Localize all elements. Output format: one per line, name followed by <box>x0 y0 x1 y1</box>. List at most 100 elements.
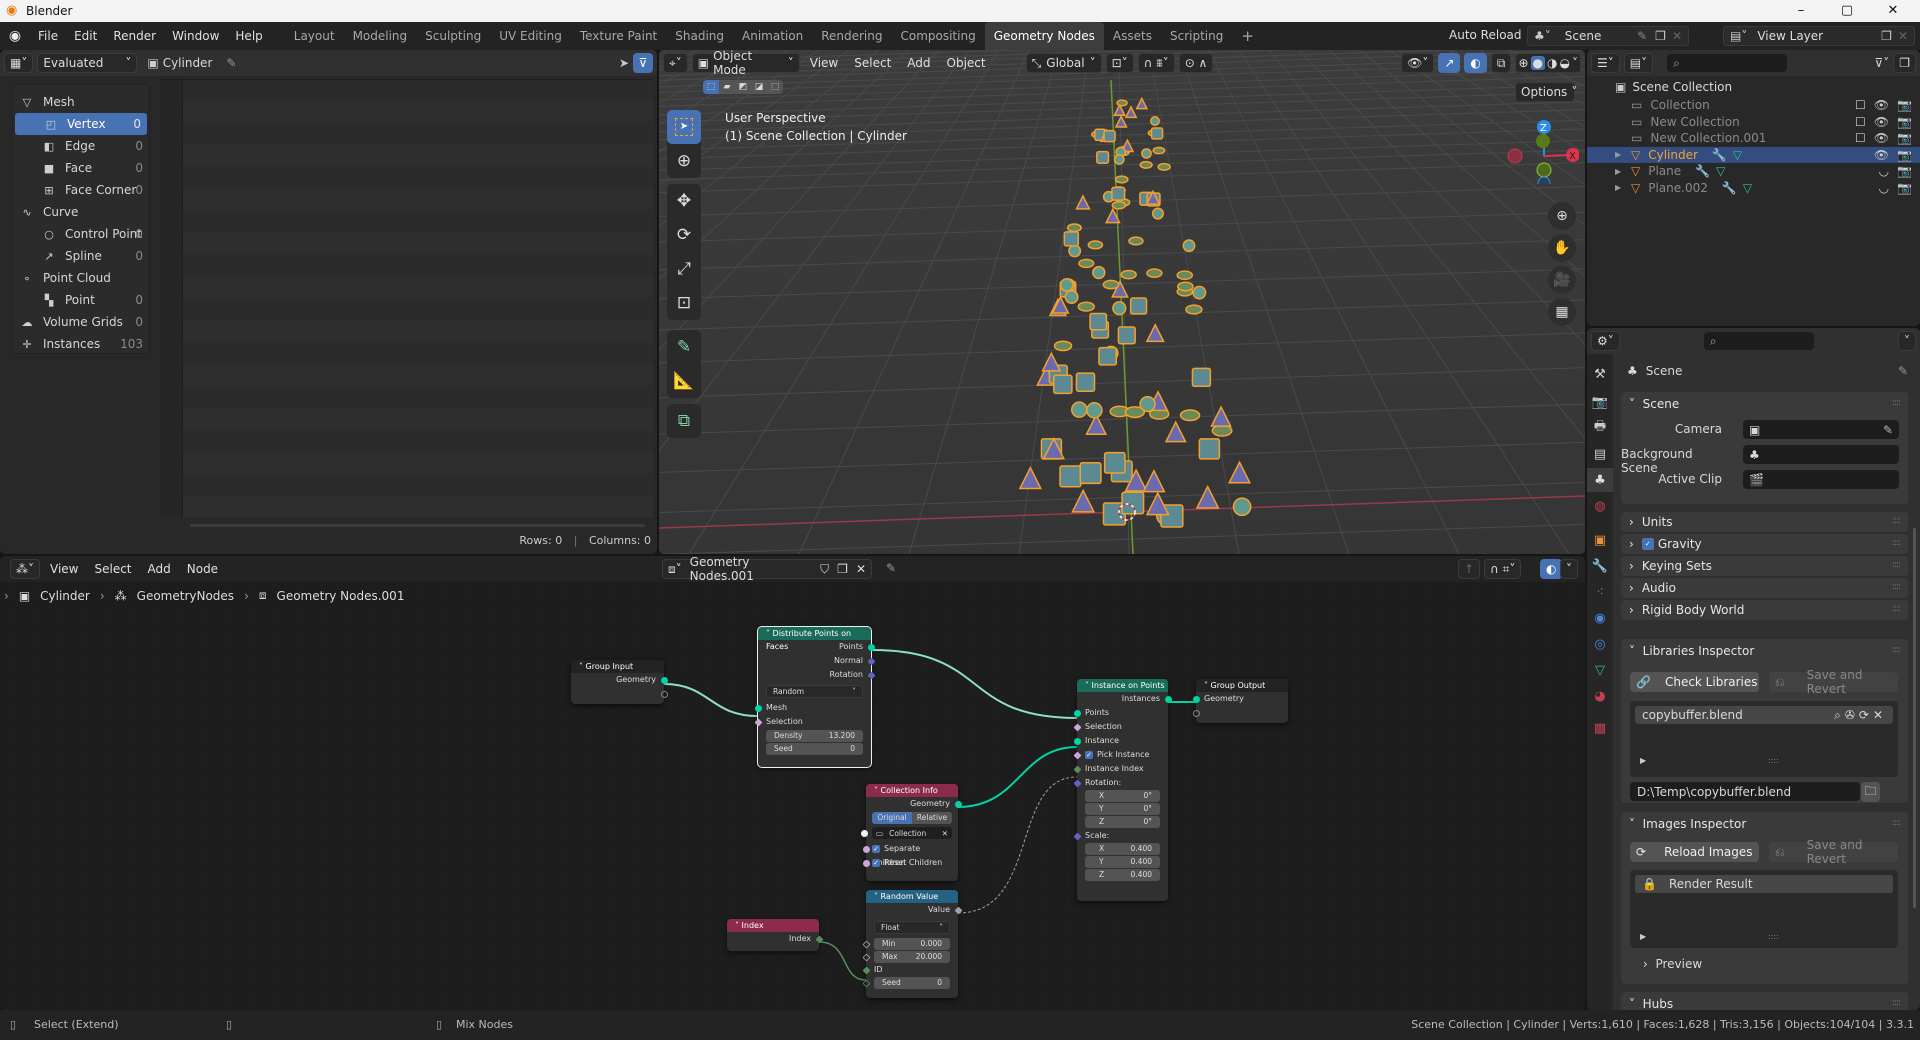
reload-images-button[interactable]: ⟳ Reload Images <box>1630 842 1759 862</box>
hidden-eye-icon[interactable]: ◡ <box>1879 181 1889 195</box>
tab-modeling[interactable]: Modeling <box>344 22 417 50</box>
instance-object[interactable] <box>1078 258 1095 269</box>
pin-icon[interactable]: ✎ <box>1637 29 1647 43</box>
new-scene-icon[interactable]: ❐ <box>1655 29 1666 43</box>
instance-object[interactable] <box>1141 148 1152 159</box>
render-camera-icon[interactable]: 📷 <box>1897 131 1912 145</box>
instance-socket[interactable] <box>1073 737 1081 745</box>
node-group-output[interactable]: ˅ Group Output Geometry <box>1192 679 1288 723</box>
instance-object[interactable] <box>1128 236 1144 246</box>
seed-field[interactable]: Seed 0 <box>862 977 950 989</box>
view-layer-tab-icon[interactable]: ▤ <box>1587 442 1613 466</box>
auto-reload-label[interactable]: Auto Reload <box>1449 28 1522 42</box>
render-camera-icon[interactable]: 📷 <box>1897 148 1912 162</box>
dataset-item-point-cloud[interactable]: ∘ Point Cloud <box>13 267 149 289</box>
render-camera-icon[interactable]: 📷 <box>1897 115 1912 129</box>
instance-object[interactable] <box>1113 154 1125 165</box>
modifier-tab-icon[interactable]: 🔧 <box>1587 554 1613 578</box>
menu-help[interactable]: Help <box>227 22 270 50</box>
instance-object[interactable] <box>1146 268 1163 279</box>
tab-assets[interactable]: Assets <box>1104 22 1161 50</box>
select-new-icon[interactable]: ⬚ <box>703 80 719 94</box>
scene-selector[interactable]: ♣˅ Scene ✎ ❐ ✕ <box>1527 26 1689 46</box>
instance-object[interactable] <box>1211 424 1233 437</box>
select-subtract-icon[interactable]: ◩ <box>735 80 751 94</box>
node-instance-on-points[interactable]: ˅ Instance on Points Instances Points Se… <box>1073 679 1172 901</box>
reset-children-checkbox[interactable]: ✓ Reset Children <box>862 856 958 870</box>
scale-z-field[interactable]: Z 0.400 <box>1085 869 1160 881</box>
eye-icon[interactable]: 👁 <box>1874 131 1889 145</box>
exclude-checkbox[interactable]: ☐ <box>1855 131 1866 145</box>
eye-icon[interactable]: 👁 <box>1874 148 1889 162</box>
blender-menu-icon[interactable]: ◉ <box>0 28 30 44</box>
rendered-shading-icon[interactable]: ◒ <box>1560 56 1570 70</box>
minimize-button[interactable]: – <box>1778 0 1824 22</box>
material-shading-icon[interactable]: ◑ <box>1547 56 1557 70</box>
exclude-checkbox[interactable]: ☐ <box>1855 115 1866 129</box>
particles-tab-icon[interactable]: ⁖ <box>1587 580 1613 604</box>
empty-socket[interactable] <box>660 690 668 698</box>
tab-geometry-nodes[interactable]: Geometry Nodes <box>984 22 1104 50</box>
expand-icon[interactable]: ▶ <box>1640 756 1646 765</box>
dataset-item-point[interactable]: ▚ Point 0 <box>13 289 149 311</box>
instance-object[interactable] <box>1114 175 1129 184</box>
dataset-item-curve[interactable]: ∿ Curve <box>13 201 149 223</box>
select-intersect-icon[interactable]: ⬚ <box>767 80 783 94</box>
node-distribute-points[interactable]: ˅ Distribute Points on Faces Points Norm… <box>754 626 875 768</box>
exclude-checkbox[interactable]: ☐ <box>1855 98 1866 112</box>
tab-texture-paint[interactable]: Texture Paint <box>571 22 666 50</box>
render-camera-icon[interactable]: 📷 <box>1897 181 1912 195</box>
instance-object[interactable] <box>1064 290 1079 305</box>
data-tab-icon[interactable]: ▽ <box>1587 658 1613 682</box>
outliner-search-input[interactable]: ⌕ <box>1667 54 1788 72</box>
tab-uv-editing[interactable]: UV Editing <box>490 22 571 50</box>
editor-type-icon[interactable]: ⚙˅ <box>1591 331 1620 351</box>
geometry-socket[interactable] <box>660 676 668 684</box>
empty-socket[interactable] <box>1192 709 1200 717</box>
properties-scrollbar[interactable] <box>1913 528 1916 908</box>
save-and-revert-button[interactable]: ⎌ Save and Revert <box>1769 668 1898 696</box>
filter-icon[interactable]: ⊽ <box>633 53 653 73</box>
rotation-z-field[interactable]: Z 0° <box>1085 816 1160 828</box>
instances-socket[interactable] <box>1164 695 1172 703</box>
node-header[interactable]: ˅ Group Input <box>571 660 664 673</box>
instance-object[interactable] <box>1157 162 1171 171</box>
expand-icon[interactable]: ▶ <box>1615 150 1627 159</box>
instance-object[interactable] <box>1192 285 1207 300</box>
modifier-icon[interactable]: 🔧 <box>1695 164 1710 178</box>
node-collection-info[interactable]: ˅ Collection Info Geometry Original Rela… <box>861 784 962 881</box>
mesh-data-icon[interactable]: ▽ <box>1733 148 1742 162</box>
view-layer-selector[interactable]: ▤˅ View Layer ❐ ✕ <box>1723 26 1915 46</box>
scene-tab-icon[interactable]: ♣ <box>1587 468 1613 492</box>
filter-icon[interactable]: ⊽˅ <box>1874 56 1889 70</box>
display-mode-dropdown[interactable]: Evaluated ˅ <box>37 53 138 73</box>
rotation-x-field[interactable]: X 0° <box>1085 790 1160 802</box>
tab-compositing[interactable]: Compositing <box>891 22 984 50</box>
node-index[interactable]: ˅ Index Index <box>727 919 823 951</box>
density-field[interactable]: Density 13.200 <box>766 730 863 742</box>
instance-object[interactable] <box>1198 438 1221 460</box>
instance-object[interactable] <box>1096 150 1110 164</box>
instance-object[interactable] <box>1124 406 1146 419</box>
instance-object[interactable] <box>1066 223 1082 233</box>
instance-object[interactable] <box>1087 240 1104 250</box>
snap-toggle[interactable]: ∩ ⩩˅ <box>1137 53 1175 73</box>
add-cube-tool-icon[interactable]: ⧉ <box>667 404 701 438</box>
max-field[interactable]: Max 20.000 <box>862 951 950 963</box>
panel-header[interactable]: ˅ Images Inspector <box>1621 812 1908 836</box>
dataset-item-control-point[interactable]: ○ Control Point 0 <box>13 223 149 245</box>
resize-grip[interactable]: :::: <box>1768 932 1779 941</box>
mesh-socket[interactable] <box>754 704 762 712</box>
zoom-icon[interactable]: ⊕ <box>1548 202 1576 230</box>
instance-object[interactable] <box>1098 346 1118 366</box>
rotate-tool-icon[interactable]: ⟳ <box>667 218 701 252</box>
instance-object[interactable] <box>1092 265 1106 280</box>
modifier-icon[interactable]: 🔧 <box>1712 148 1727 162</box>
tab-sculpting[interactable]: Sculpting <box>416 22 490 50</box>
tab-scripting[interactable]: Scripting <box>1161 22 1232 50</box>
editor-type-icon[interactable]: ☰˅ <box>1591 53 1620 73</box>
menu-view[interactable]: View <box>804 56 844 70</box>
cursor-tool-icon[interactable]: ⊕ <box>667 144 701 178</box>
instance-object[interactable] <box>1112 301 1127 316</box>
panel-header[interactable]: ˅ Hubs <box>1621 992 1908 1010</box>
